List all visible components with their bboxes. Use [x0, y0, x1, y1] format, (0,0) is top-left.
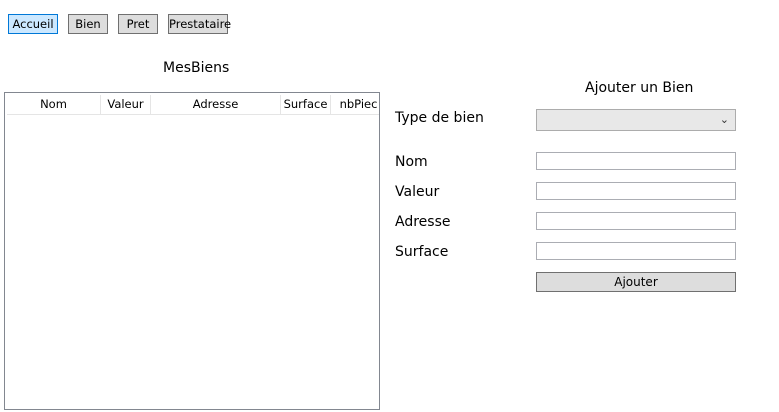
- adresse-field[interactable]: [536, 212, 736, 230]
- nav-accueil-button[interactable]: Accueil: [8, 14, 58, 34]
- nav-bien-button[interactable]: Bien: [68, 14, 108, 34]
- ajouter-button[interactable]: Ajouter: [536, 272, 736, 292]
- nom-field[interactable]: [536, 152, 736, 170]
- nav-pret-button[interactable]: Pret: [118, 14, 158, 34]
- nom-label: Nom: [395, 154, 428, 170]
- surface-label: Surface: [395, 244, 449, 260]
- chevron-down-icon: ⌄: [719, 113, 729, 126]
- column-header-valeur[interactable]: Valeur: [101, 95, 151, 114]
- type-de-bien-select[interactable]: ⌄: [536, 109, 736, 131]
- valeur-field[interactable]: [536, 182, 736, 200]
- form-title: Ajouter un Bien: [585, 80, 694, 96]
- list-header: Nom Valeur Adresse Surface nbPiec: [7, 95, 379, 115]
- column-header-surface[interactable]: Surface: [281, 95, 331, 114]
- valeur-label: Valeur: [395, 184, 440, 200]
- type-de-bien-label: Type de bien: [395, 110, 484, 126]
- surface-field[interactable]: [536, 242, 736, 260]
- nav-prestataire-button[interactable]: Prestataire: [168, 14, 231, 34]
- adresse-label: Adresse: [395, 214, 451, 230]
- column-header-nom[interactable]: Nom: [7, 95, 101, 114]
- list-title: MesBiens: [163, 60, 230, 76]
- biens-list-view[interactable]: Nom Valeur Adresse Surface nbPiec: [4, 92, 380, 410]
- column-header-nbpieces[interactable]: nbPiec: [331, 95, 379, 114]
- column-header-adresse[interactable]: Adresse: [151, 95, 281, 114]
